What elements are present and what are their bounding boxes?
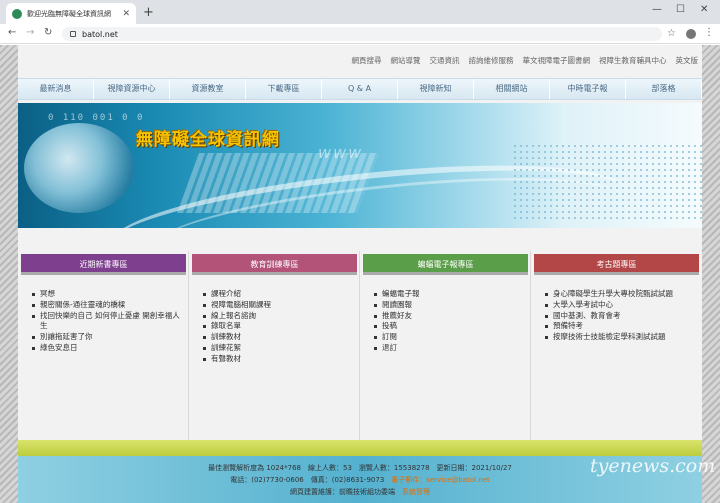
list-item[interactable]: 身心障礙學生升學大專校院甄試試題 xyxy=(545,289,695,300)
site-title: 無障礙全球資訊網 xyxy=(136,130,280,150)
list-item[interactable]: 預備特考 xyxy=(545,321,695,332)
watermark-text: tyenews.com xyxy=(590,455,716,477)
tab-title: 歡迎光臨無障礙全球資訊網 xyxy=(27,9,111,18)
feature-column: 教育訓練專區課程介紹 視障電腦相關課程 線上報名諮詢 錄取名單 訓練教材 訓練花絮 有聲教材 xyxy=(189,251,360,441)
nav-item[interactable]: 資源教室 xyxy=(170,79,246,99)
list-item[interactable]: 親密關係-通往靈魂的橋樑 xyxy=(32,300,182,311)
footer-email-link[interactable]: 電子郵件：service@batol.net xyxy=(391,476,490,484)
list-item[interactable]: 有聲教材 xyxy=(203,354,353,365)
nav-item[interactable]: 視障資源中心 xyxy=(94,79,170,99)
close-window-button[interactable]: ✕ xyxy=(700,4,708,15)
list-item[interactable]: 投稿 xyxy=(374,321,524,332)
back-arrow-icon[interactable]: ← xyxy=(8,27,16,38)
list-item[interactable]: 訂閱 xyxy=(374,332,524,343)
banner-binary-text: 0 110 001 0 0 xyxy=(48,113,145,123)
feature-column: 蝙蝠電子報專區蝙蝠電子報 閱讀園報 推薦好友 投稿 訂閱 退訂 xyxy=(360,251,531,441)
banner-dot-grid xyxy=(512,143,702,223)
feature-column: 近期新書專區冥想 親密關係-通往靈魂的橋樑 找回快樂的自己 如何停止憂慮 開創幸福人… xyxy=(18,251,189,441)
footer-maintainer-text: 網頁建置維護：前瞻技術組功委端 xyxy=(290,488,402,496)
address-bar: ← → ↻ batol.net ☆ ⋮ xyxy=(0,24,720,44)
column-list: 身心障礙學生升學大專校院甄試試題 大學入學考試中心 國中基測、教育會考 預備特考 按摩技… xyxy=(545,289,695,343)
list-item[interactable]: 綠色安息日 xyxy=(32,343,182,354)
nav-item[interactable]: 視障新知 xyxy=(398,79,474,99)
column-header[interactable]: 考古題專區 xyxy=(534,254,699,275)
list-item[interactable]: 錄取名單 xyxy=(203,321,353,332)
list-item[interactable]: 訓練教材 xyxy=(203,332,353,343)
browser-tab[interactable]: 歡迎光臨無障礙全球資訊網 ✕ xyxy=(6,3,136,24)
list-item[interactable]: 按摩技術士技能檢定學科測試試題 xyxy=(545,332,695,343)
forward-arrow-icon[interactable]: → xyxy=(26,27,34,38)
browser-tab-strip: 歡迎光臨無障礙全球資訊網 ✕ + — ☐ ✕ xyxy=(0,0,720,24)
list-item[interactable]: 課程介紹 xyxy=(203,289,353,300)
footer-admin-link[interactable]: 系統管理 xyxy=(402,488,430,496)
top-link[interactable]: 交通資訊 xyxy=(430,55,460,66)
nav-item[interactable]: 中時電子報 xyxy=(550,79,626,99)
list-item[interactable]: 國中基測、教育會考 xyxy=(545,311,695,322)
list-item[interactable]: 找回快樂的自己 如何停止憂慮 開創幸福人生 xyxy=(32,311,182,333)
url-input[interactable]: batol.net xyxy=(62,27,662,41)
nav-item[interactable]: 相關網站 xyxy=(474,79,550,99)
page-content: 網頁搜尋 網站導覽 交通資訊 諮詢維修服務 華文視障電子圖書網 視障生教育輔具中心 英文版 … xyxy=(18,45,702,503)
nav-item[interactable]: Q & A xyxy=(322,79,398,99)
right-border-pattern xyxy=(702,45,720,503)
list-item[interactable]: 冥想 xyxy=(32,289,182,300)
column-list: 蝙蝠電子報 閱讀園報 推薦好友 投稿 訂閱 退訂 xyxy=(374,289,524,354)
list-item[interactable]: 訓練花絮 xyxy=(203,343,353,354)
list-item[interactable]: 閱讀園報 xyxy=(374,300,524,311)
nav-item[interactable]: 最新消息 xyxy=(18,79,94,99)
feature-column: 考古題專區身心障礙學生升學大專校院甄試試題 大學入學考試中心 國中基測、教育會考 預備… xyxy=(531,251,702,441)
list-item[interactable]: 線上報名諮詢 xyxy=(203,311,353,322)
list-item[interactable]: 推薦好友 xyxy=(374,311,524,322)
nav-item[interactable]: 下載專區 xyxy=(246,79,322,99)
footer-divider-bar xyxy=(18,440,702,456)
lock-icon xyxy=(70,31,76,37)
new-tab-button[interactable]: + xyxy=(143,5,154,20)
column-list: 冥想 親密關係-通往靈魂的橋樑 找回快樂的自己 如何停止憂慮 開創幸福人生 別讓拖延害… xyxy=(32,289,182,354)
top-link[interactable]: 華文視障電子圖書網 xyxy=(523,55,591,66)
list-item[interactable]: 大學入學考試中心 xyxy=(545,300,695,311)
banner-lens-graphic xyxy=(24,123,134,213)
nav-item[interactable]: 部落格 xyxy=(626,79,702,99)
list-item[interactable]: 別讓拖延害了你 xyxy=(32,332,182,343)
menu-kebab-icon[interactable]: ⋮ xyxy=(704,27,714,38)
top-link[interactable]: 英文版 xyxy=(676,55,699,66)
bookmark-star-icon[interactable]: ☆ xyxy=(667,28,676,39)
top-link[interactable]: 網頁搜尋 xyxy=(352,55,382,66)
left-border-pattern xyxy=(0,45,18,503)
reload-icon[interactable]: ↻ xyxy=(44,27,52,38)
column-header[interactable]: 蝙蝠電子報專區 xyxy=(363,254,528,275)
top-link[interactable]: 諮詢維修服務 xyxy=(469,55,514,66)
list-item[interactable]: 視障電腦相關課程 xyxy=(203,300,353,311)
top-link[interactable]: 視障生教育輔具中心 xyxy=(599,55,667,66)
top-links: 網頁搜尋 網站導覽 交通資訊 諮詢維修服務 華文視障電子圖書網 視障生教育輔具中心 英文版 xyxy=(352,55,699,66)
list-item[interactable]: 退訂 xyxy=(374,343,524,354)
maximize-button[interactable]: ☐ xyxy=(676,4,685,15)
tab-close-icon[interactable]: ✕ xyxy=(122,9,130,19)
url-text: batol.net xyxy=(82,29,118,39)
footer-maintainer: 網頁建置維護：前瞻技術組功委端 系統管理 xyxy=(18,487,702,497)
site-banner: 0 110 001 0 0 無障礙全球資訊網 www xyxy=(18,103,702,228)
site-favicon-icon xyxy=(12,8,22,19)
list-item[interactable]: 蝙蝠電子報 xyxy=(374,289,524,300)
main-navigation: 最新消息 視障資源中心 資源教室 下載專區 Q & A 視障新知 相關網站 中時電子報 部落格 xyxy=(18,78,702,100)
profile-avatar-icon[interactable] xyxy=(686,29,696,39)
top-link[interactable]: 網站導覽 xyxy=(391,55,421,66)
banner-www-text: www xyxy=(318,143,364,162)
column-header[interactable]: 近期新書專區 xyxy=(21,254,186,275)
feature-columns: 近期新書專區冥想 親密關係-通往靈魂的橋樑 找回快樂的自己 如何停止憂慮 開創幸福人… xyxy=(18,251,702,441)
column-list: 課程介紹 視障電腦相關課程 線上報名諮詢 錄取名單 訓練教材 訓練花絮 有聲教材 xyxy=(203,289,353,365)
footer-phone-fax: 電話：(02)7730-0606 傳真：(02)8631-9073 xyxy=(230,476,392,484)
minimize-button[interactable]: — xyxy=(652,4,662,15)
column-header[interactable]: 教育訓練專區 xyxy=(192,254,357,275)
